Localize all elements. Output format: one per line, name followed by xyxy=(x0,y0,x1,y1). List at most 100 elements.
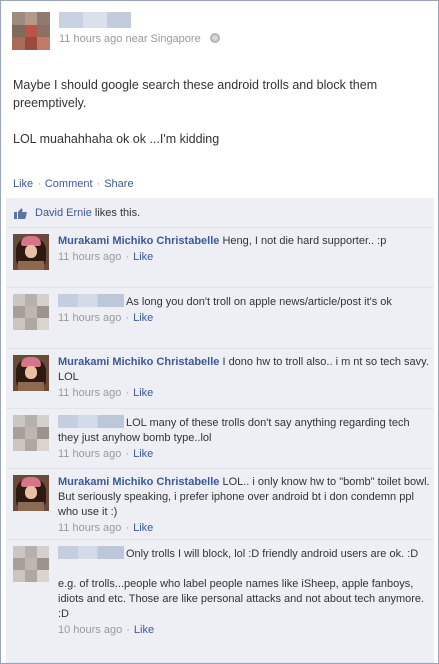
separator-dot: · xyxy=(96,178,101,190)
avatar-tile xyxy=(37,427,49,439)
comment-row: As long you don't troll on apple news/ar… xyxy=(6,288,434,349)
avatar-tile xyxy=(13,415,25,427)
post-text-1: Maybe I should google search these andro… xyxy=(13,78,378,110)
avatar-tile xyxy=(12,37,25,50)
name-blur-tile xyxy=(83,12,107,28)
comment-time[interactable]: 11 hours ago xyxy=(58,251,121,263)
comment-author-redacted[interactable] xyxy=(58,546,124,559)
avatar-tile xyxy=(13,558,25,570)
comment-content: Murakami Michiko Christabelle Heng, I no… xyxy=(58,234,430,265)
comment-content: Murakami Michiko Christabelle I dono hw … xyxy=(58,355,430,401)
avatar-tile xyxy=(13,318,25,330)
like-link[interactable]: Like xyxy=(13,178,33,190)
avatar-tile xyxy=(24,12,38,25)
comment-like-link[interactable]: Like xyxy=(133,387,153,399)
comment-line: Murakami Michiko Christabelle Heng, I no… xyxy=(58,234,430,249)
avatar-tile xyxy=(37,294,49,306)
avatar-face xyxy=(25,366,37,379)
comment-content: LOL many of these trolls don't say anyth… xyxy=(58,415,430,462)
avatar-tile xyxy=(12,12,25,25)
comment-meta: 11 hours ago · Like xyxy=(58,447,430,462)
post-body: Maybe I should google search these andro… xyxy=(13,76,428,148)
avatar-tile xyxy=(25,558,37,570)
post-header: 11 hours ago near Singapore xyxy=(12,12,432,50)
separator-dot: · xyxy=(125,312,130,324)
separator-dot: · xyxy=(125,448,130,460)
comment-author[interactable]: Murakami Michiko Christabelle xyxy=(58,356,219,368)
commenter-avatar[interactable] xyxy=(13,294,49,330)
comment-author[interactable]: Murakami Michiko Christabelle xyxy=(58,476,219,488)
comment-time[interactable]: 11 hours ago xyxy=(58,387,121,399)
comment-line: Murakami Michiko Christabelle LOL.. i on… xyxy=(58,475,430,520)
comment-author-redacted[interactable] xyxy=(58,415,124,428)
commenter-avatar[interactable] xyxy=(13,234,49,270)
commenter-avatar[interactable] xyxy=(13,415,49,451)
post-actions: Like · Comment · Share xyxy=(13,178,134,190)
avatar-tile xyxy=(25,318,37,330)
avatar-tile xyxy=(24,24,38,38)
comment-content: As long you don't troll on apple news/ar… xyxy=(58,294,430,326)
post-meta: 11 hours ago near Singapore xyxy=(59,33,220,45)
comment-author-redacted[interactable] xyxy=(58,294,124,307)
avatar-tile xyxy=(25,570,37,582)
avatar-tile xyxy=(37,415,49,427)
avatar-tile xyxy=(37,318,49,330)
comment-meta: 11 hours ago · Like xyxy=(58,521,430,536)
comment-text: As long you don't troll on apple news/ar… xyxy=(126,296,392,308)
separator-dot: · xyxy=(125,387,130,399)
likes-text: David Ernie likes this. xyxy=(35,207,140,219)
post-time[interactable]: 11 hours ago xyxy=(59,33,122,45)
comment-like-link[interactable]: Like xyxy=(133,448,153,460)
comment-meta: 11 hours ago · Like xyxy=(58,386,430,401)
comment-time[interactable]: 11 hours ago xyxy=(58,312,121,324)
avatar-tile xyxy=(24,37,38,50)
author-name-redacted[interactable] xyxy=(59,12,131,28)
avatar-tile xyxy=(13,306,25,318)
share-link[interactable]: Share xyxy=(104,178,133,190)
avatar-tile xyxy=(13,546,25,558)
comment-time[interactable]: 11 hours ago xyxy=(58,448,121,460)
comment-like-link[interactable]: Like xyxy=(133,312,153,324)
avatar-tile xyxy=(12,24,25,38)
comment-meta: 10 hours ago · Like xyxy=(58,623,430,638)
thumbs-up-icon xyxy=(14,208,27,219)
comment-author[interactable]: Murakami Michiko Christabelle xyxy=(58,235,219,247)
avatar-tile xyxy=(37,558,49,570)
author-avatar[interactable] xyxy=(12,12,50,50)
comment-like-link[interactable]: Like xyxy=(134,624,154,636)
avatar-tile xyxy=(25,427,37,439)
name-blur-tile xyxy=(59,12,83,28)
comment-line: As long you don't troll on apple news/ar… xyxy=(58,294,430,310)
comment-row: Only trolls I will block, lol :D friendl… xyxy=(6,540,434,663)
avatar-tile xyxy=(25,439,37,451)
avatar-tile xyxy=(25,415,37,427)
comment-time[interactable]: 10 hours ago xyxy=(58,624,122,636)
globe-icon[interactable] xyxy=(209,33,220,43)
comment-link[interactable]: Comment xyxy=(45,178,93,190)
avatar-tile xyxy=(37,12,50,25)
comment-row: LOL many of these trolls don't say anyth… xyxy=(6,409,434,469)
post-location: near Singapore xyxy=(125,33,201,45)
avatar-tile xyxy=(25,294,37,306)
story-card: 11 hours ago near Singapore Maybe I shou… xyxy=(0,0,439,664)
commenter-avatar[interactable] xyxy=(13,546,49,582)
separator-dot: · xyxy=(126,624,130,636)
comment-text: Heng, I not die hard supporter.. :p xyxy=(222,235,387,247)
name-blur-tile xyxy=(107,12,131,28)
comment-row: Murakami Michiko Christabelle I dono hw … xyxy=(6,349,434,409)
comment-like-link[interactable]: Like xyxy=(133,251,153,263)
comment-content: Murakami Michiko Christabelle LOL.. i on… xyxy=(58,475,430,536)
comment-text-2: e.g. of trolls...people who label people… xyxy=(58,578,425,620)
comment-like-link[interactable]: Like xyxy=(133,522,153,534)
comment-line: LOL many of these trolls don't say anyth… xyxy=(58,415,430,446)
likes-row: David Ernie likes this. xyxy=(6,198,434,228)
liker-name[interactable]: David Ernie xyxy=(35,207,92,219)
comment-time[interactable]: 11 hours ago xyxy=(58,522,121,534)
feedback-section: David Ernie likes this. Murakami Michiko… xyxy=(6,198,434,663)
separator-dot: · xyxy=(37,178,41,190)
commenter-avatar[interactable] xyxy=(13,475,49,511)
avatar-tile xyxy=(37,24,50,38)
avatar-tile xyxy=(37,37,50,50)
commenter-avatar[interactable] xyxy=(13,355,49,391)
comment-content: Only trolls I will block, lol :D friendl… xyxy=(58,546,430,638)
